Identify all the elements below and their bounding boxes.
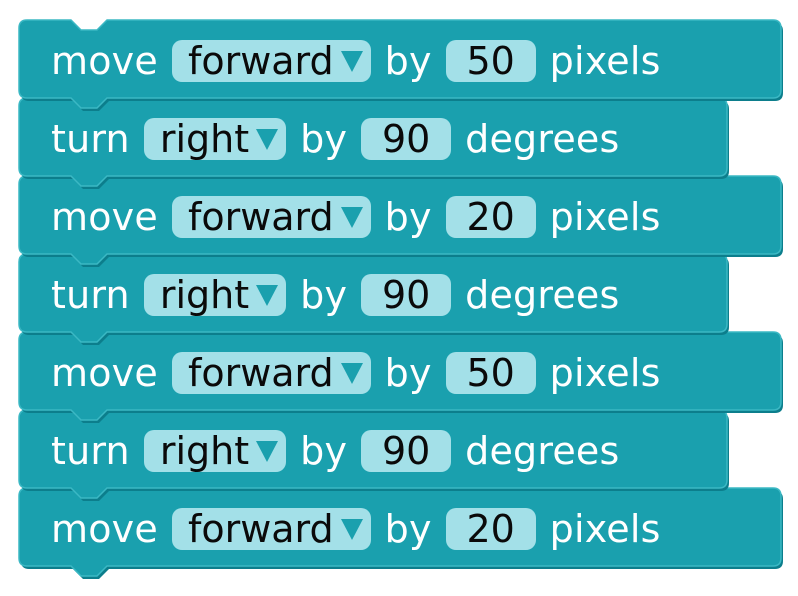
amount-input[interactable]: 20 <box>445 196 536 238</box>
direction-value: forward <box>187 195 334 239</box>
turn-keyword: turn <box>51 429 130 473</box>
amount-input[interactable]: 90 <box>361 118 452 160</box>
amount-input[interactable]: 50 <box>445 40 536 82</box>
triangle-down-icon <box>340 519 363 540</box>
direction-dropdown[interactable]: right <box>143 273 287 317</box>
by-keyword: by <box>384 39 432 83</box>
triangle-down-icon <box>340 363 363 384</box>
direction-dropdown[interactable]: forward <box>171 507 371 551</box>
triangle-down-icon <box>340 207 363 228</box>
turn-keyword: turn <box>51 117 130 161</box>
amount-input[interactable]: 90 <box>361 430 452 472</box>
amount-input[interactable]: 50 <box>445 352 536 394</box>
direction-dropdown[interactable]: forward <box>171 195 371 239</box>
amount-input[interactable]: 20 <box>445 508 536 550</box>
triangle-down-icon <box>256 129 279 150</box>
code-block-stack: move forward by 20 pixels turn right by … <box>18 19 783 580</box>
direction-dropdown[interactable]: forward <box>171 39 371 83</box>
direction-value: right <box>159 429 250 473</box>
move-keyword: move <box>51 507 158 551</box>
turn-keyword: turn <box>51 273 130 317</box>
direction-value: forward <box>187 507 334 551</box>
direction-value: right <box>159 273 250 317</box>
move-keyword: move <box>51 39 158 83</box>
by-keyword: by <box>384 195 432 239</box>
unit-label: degrees <box>465 429 620 473</box>
by-keyword: by <box>300 273 348 317</box>
move-keyword: move <box>51 195 158 239</box>
direction-dropdown[interactable]: right <box>143 429 287 473</box>
by-keyword: by <box>300 117 348 161</box>
unit-label: pixels <box>549 195 661 239</box>
triangle-down-icon <box>256 441 279 462</box>
triangle-down-icon <box>256 285 279 306</box>
triangle-down-icon <box>340 51 363 72</box>
by-keyword: by <box>300 429 348 473</box>
unit-label: pixels <box>549 507 661 551</box>
amount-input[interactable]: 90 <box>361 274 452 316</box>
direction-dropdown[interactable]: right <box>143 117 287 161</box>
direction-value: forward <box>187 39 334 83</box>
move-keyword: move <box>51 351 158 395</box>
unit-label: degrees <box>465 273 620 317</box>
unit-label: pixels <box>549 39 661 83</box>
by-keyword: by <box>384 507 432 551</box>
direction-value: forward <box>187 351 334 395</box>
unit-label: degrees <box>465 117 620 161</box>
by-keyword: by <box>384 351 432 395</box>
move-block[interactable]: move forward by 50 pixels <box>18 19 783 111</box>
unit-label: pixels <box>549 351 661 395</box>
direction-value: right <box>159 117 250 161</box>
direction-dropdown[interactable]: forward <box>171 351 371 395</box>
